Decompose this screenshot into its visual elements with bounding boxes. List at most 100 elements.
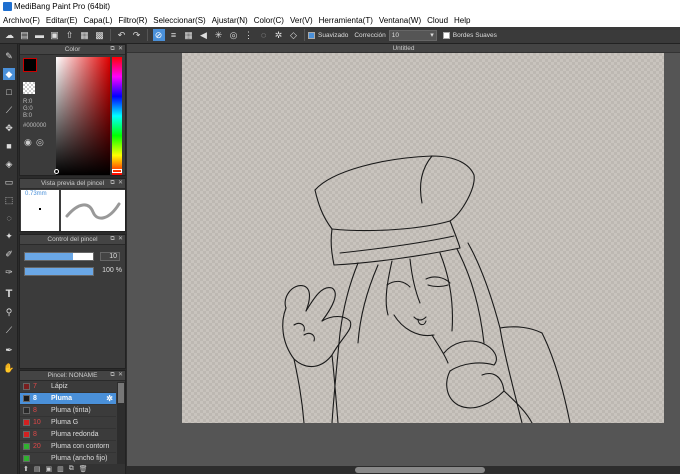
palette-icon[interactable]: ◉ xyxy=(24,137,32,148)
brush-list-scroll-thumb[interactable] xyxy=(118,383,124,403)
brush-list-item[interactable]: 10 Pluma G xyxy=(20,417,116,429)
brush-color-swatch xyxy=(23,419,30,426)
drawing-canvas[interactable] xyxy=(182,53,664,423)
menu-ventana[interactable]: Ventana(W) xyxy=(379,16,421,25)
brush-download-icon[interactable]: ▤ xyxy=(34,465,41,473)
snap-grid-icon[interactable]: ▦ xyxy=(183,29,195,41)
magic-wand-tool-icon[interactable]: ✦ xyxy=(3,230,15,242)
brush-tool-icon[interactable]: ✎ xyxy=(3,50,15,62)
canvas-scroll-thumb[interactable] xyxy=(355,467,485,473)
brush-delete-icon[interactable]: 🗑 xyxy=(79,465,88,473)
comment-icon[interactable]: ▬ xyxy=(34,29,46,41)
export-icon[interactable]: ▦ xyxy=(79,29,91,41)
panel-close-icon[interactable]: ✕ xyxy=(117,236,124,243)
brush-list-header: Pincel: NONAME ⧉ ✕ xyxy=(20,371,125,381)
share-icon[interactable]: ▩ xyxy=(94,29,106,41)
menu-color[interactable]: Color(C) xyxy=(254,16,284,25)
brush-list-item[interactable]: 8 Pluma (tinta) xyxy=(20,405,116,417)
snap-radial-icon[interactable]: ✳ xyxy=(213,29,225,41)
eyedropper-tool-icon[interactable]: ⟋ xyxy=(3,324,15,336)
text-tool-icon[interactable]: T xyxy=(3,288,15,300)
smoothing-option[interactable]: Suavizado xyxy=(308,31,348,39)
color-settings-icon[interactable]: ◎ xyxy=(36,137,44,148)
snap-curve-icon[interactable]: ⋮ xyxy=(243,29,255,41)
select-pen-tool-icon[interactable]: ✐ xyxy=(3,248,15,260)
menu-ajustar[interactable]: Ajustar(N) xyxy=(212,16,248,25)
menu-herramienta[interactable]: Herramienta(T) xyxy=(319,16,373,25)
brush-list-item[interactable]: 8 Pluma redonda xyxy=(20,429,116,441)
undo-icon[interactable]: ↶ xyxy=(116,29,128,41)
snap-circle-icon[interactable]: ◎ xyxy=(228,29,240,41)
menu-capa[interactable]: Capa(L) xyxy=(83,16,112,25)
snap-ellipse-icon[interactable]: ◌ xyxy=(258,29,270,41)
layers-icon[interactable]: ▤ xyxy=(19,29,31,41)
menu-ver[interactable]: Ver(V) xyxy=(290,16,313,25)
snap-parallel-icon[interactable]: ≡ xyxy=(168,29,180,41)
panel-close-icon[interactable]: ✕ xyxy=(117,46,124,53)
brush-color-swatch xyxy=(23,443,30,450)
brush-settings-icon[interactable]: ▥ xyxy=(57,465,64,473)
hex-value: #000000 xyxy=(23,123,47,129)
add-brush-icon[interactable]: ⬆ xyxy=(23,465,29,473)
brush-import-icon[interactable]: ▣ xyxy=(46,465,53,473)
hue-slider-handle[interactable] xyxy=(112,169,122,173)
color-picker-tool-icon[interactable]: ✒ xyxy=(3,344,15,356)
menu-filtro[interactable]: Filtro(R) xyxy=(118,16,147,25)
brush-control-panel: Control del pincel ⧉ ✕ 10 100 % xyxy=(19,234,126,369)
hand-tool-icon[interactable]: ✋ xyxy=(3,362,15,374)
soft-edges-option[interactable]: Bordes Suaves xyxy=(442,31,497,39)
left-hand-finger-1 xyxy=(284,285,311,312)
shape-tool-icon[interactable]: ⟋ xyxy=(3,104,15,116)
snap-off-icon[interactable]: ⊘ xyxy=(152,29,165,41)
move-tool-icon[interactable]: ✥ xyxy=(3,122,15,134)
brush-list-item[interactable]: 8 Pluma ✲ xyxy=(20,393,116,405)
brush-list-scrollbar[interactable] xyxy=(117,382,125,464)
save-icon[interactable]: ▣ xyxy=(49,29,61,41)
cloud-icon[interactable]: ☁ xyxy=(4,29,16,41)
redo-icon[interactable]: ↷ xyxy=(131,29,143,41)
panel-float-icon[interactable]: ⧉ xyxy=(109,236,116,243)
dot-tool-icon[interactable]: □ xyxy=(3,86,15,98)
menu-seleccionar[interactable]: Seleccionar(S) xyxy=(153,16,205,25)
select-eraser-tool-icon[interactable]: ✑ xyxy=(3,266,15,278)
brush-list-item[interactable]: 7 Lápiz xyxy=(20,381,116,393)
menu-archivo[interactable]: Archivo(F) xyxy=(3,16,40,25)
foreground-color-swatch[interactable] xyxy=(23,58,37,72)
menu-help[interactable]: Help xyxy=(454,16,470,25)
brush-opacity-slider[interactable] xyxy=(24,267,94,276)
bucket-tool-icon[interactable]: ◈ xyxy=(3,158,15,170)
brush-copy-icon[interactable]: ⧉ xyxy=(69,465,74,473)
panel-close-icon[interactable]: ✕ xyxy=(117,372,124,379)
left-hand-knuckle-2 xyxy=(303,332,315,342)
select-tool-icon[interactable]: ⬚ xyxy=(3,194,15,206)
brush-size-slider[interactable] xyxy=(24,252,94,261)
correction-select[interactable]: 10 xyxy=(388,29,437,41)
toolbar-separator xyxy=(110,29,111,41)
snap-settings-icon[interactable]: ✲ xyxy=(273,29,285,41)
menu-cloud[interactable]: Cloud xyxy=(427,16,448,25)
panel-close-icon[interactable]: ✕ xyxy=(117,180,124,187)
menu-editar[interactable]: Editar(E) xyxy=(46,16,78,25)
eye-right xyxy=(425,276,451,284)
smoothing-checkbox[interactable] xyxy=(308,31,315,39)
brush-list-item[interactable]: 20 Pluma con contorn xyxy=(20,441,116,453)
eraser-tool-icon[interactable]: ◆ xyxy=(3,68,15,80)
fill-tool-icon[interactable]: ■ xyxy=(3,140,15,152)
document-tab[interactable]: Untitled xyxy=(127,44,680,53)
transparent-color-swatch[interactable] xyxy=(23,82,35,94)
snap-perspective-icon[interactable]: ◀ xyxy=(198,29,210,41)
panel-float-icon[interactable]: ⧉ xyxy=(109,372,116,379)
upload-icon[interactable]: ⇧ xyxy=(64,29,76,41)
color-picker-cursor[interactable] xyxy=(54,169,59,174)
saturation-value-picker[interactable] xyxy=(56,57,110,175)
lasso-tool-icon[interactable]: ◌ xyxy=(3,212,15,224)
panel-float-icon[interactable]: ⧉ xyxy=(109,180,116,187)
gradient-tool-icon[interactable]: ▭ xyxy=(3,176,15,188)
soft-edges-checkbox[interactable] xyxy=(442,31,450,39)
snap-vanishing-icon[interactable]: ◇ xyxy=(288,29,300,41)
brush-settings-gear-icon[interactable]: ✲ xyxy=(106,394,113,403)
hue-slider[interactable] xyxy=(112,57,122,175)
divide-tool-icon[interactable]: ⚲ xyxy=(3,306,15,318)
panel-float-icon[interactable]: ⧉ xyxy=(109,46,116,53)
brush-size-value[interactable]: 10 xyxy=(100,252,120,261)
